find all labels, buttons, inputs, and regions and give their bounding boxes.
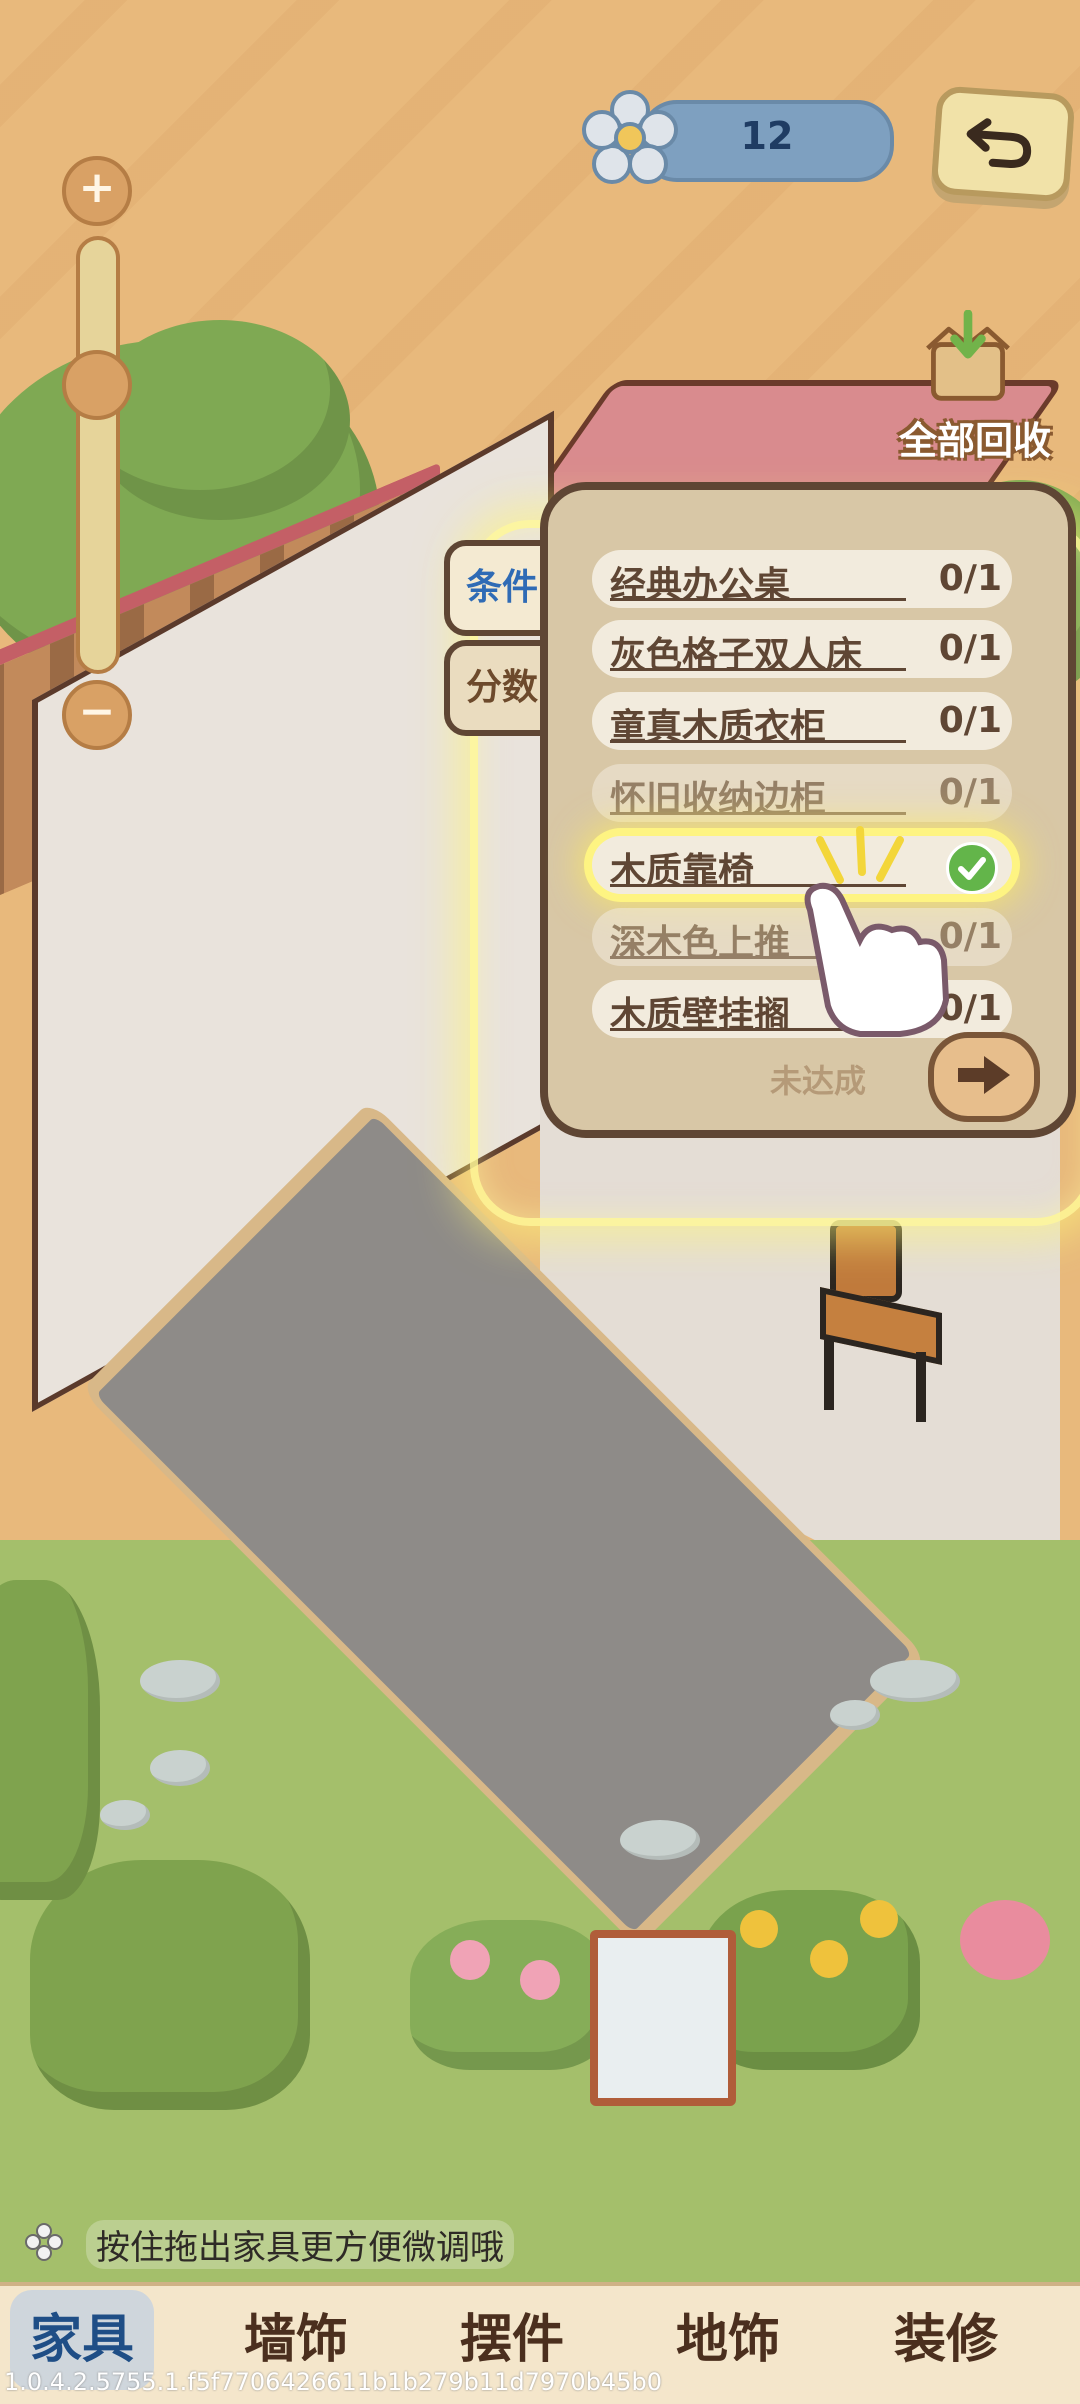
easel bbox=[590, 1930, 736, 2106]
zoom-in-button[interactable]: + bbox=[62, 156, 132, 226]
recycle-all-label: 全部回收 bbox=[898, 419, 1051, 463]
tab-renovation[interactable]: 装修 bbox=[846, 2290, 1046, 2390]
flower-bush-pink bbox=[410, 1920, 610, 2070]
pink-flower bbox=[520, 1960, 560, 2000]
hedge-bush bbox=[30, 1860, 310, 2110]
stone bbox=[830, 1700, 880, 1730]
yellow-flower bbox=[810, 1940, 848, 1978]
condition-count: 0/1 bbox=[938, 772, 1002, 813]
back-button[interactable] bbox=[930, 85, 1076, 203]
chair-leg bbox=[916, 1352, 926, 1422]
condition-name: 经典办公桌 bbox=[610, 556, 906, 601]
stone bbox=[870, 1660, 960, 1702]
pink-flower bbox=[450, 1940, 490, 1980]
recycle-all-button[interactable]: 全部回收 bbox=[880, 310, 1060, 463]
condition-count: 0/1 bbox=[938, 558, 1002, 599]
tree-left-top bbox=[90, 320, 350, 520]
condition-status: 未达成 bbox=[770, 1062, 867, 1100]
condition-row: 灰色格子双人床 0/1 bbox=[592, 620, 1012, 678]
condition-row: 怀旧收纳边柜 0/1 bbox=[592, 764, 1012, 822]
zoom-slider-handle[interactable] bbox=[62, 350, 132, 420]
arrow-right-icon bbox=[958, 1056, 1010, 1094]
next-button[interactable] bbox=[928, 1032, 1040, 1122]
bush-left-edge bbox=[0, 1580, 100, 1900]
yellow-flower bbox=[860, 1900, 898, 1938]
wooden-chair[interactable] bbox=[820, 1220, 942, 1422]
condition-name: 童真木质衣柜 bbox=[610, 698, 906, 743]
pink-flower-pot bbox=[960, 1900, 1050, 1980]
condition-name: 怀旧收纳边柜 bbox=[610, 770, 906, 815]
chair-back bbox=[830, 1220, 902, 1302]
zoom-out-button[interactable]: − bbox=[62, 680, 132, 750]
box-recycle-icon bbox=[926, 310, 1010, 401]
condition-row: 经典办公桌 0/1 bbox=[592, 550, 1012, 608]
hint-icon bbox=[25, 2223, 63, 2261]
condition-count: 0/1 bbox=[938, 628, 1002, 669]
stone bbox=[140, 1660, 220, 1702]
currency-value: 12 bbox=[740, 114, 794, 158]
version-label: 1.0.4.2.5755.1.f5f7706426611b1b279b11d79… bbox=[4, 2368, 662, 2396]
flower-icon bbox=[582, 90, 678, 184]
tutorial-hand-pointer-icon bbox=[804, 826, 950, 1037]
hint-text: 按住拖出家具更方便微调哦 bbox=[86, 2220, 514, 2269]
zoom-slider-track[interactable] bbox=[76, 236, 120, 674]
condition-name: 灰色格子双人床 bbox=[610, 626, 906, 671]
stone bbox=[100, 1800, 150, 1830]
condition-row: 童真木质衣柜 0/1 bbox=[592, 692, 1012, 750]
chair-leg bbox=[824, 1340, 834, 1410]
undo-arrow-icon bbox=[966, 118, 1032, 168]
yellow-flower bbox=[740, 1910, 778, 1948]
stone bbox=[620, 1820, 700, 1860]
condition-count: 0/1 bbox=[938, 700, 1002, 741]
stone bbox=[150, 1750, 210, 1786]
